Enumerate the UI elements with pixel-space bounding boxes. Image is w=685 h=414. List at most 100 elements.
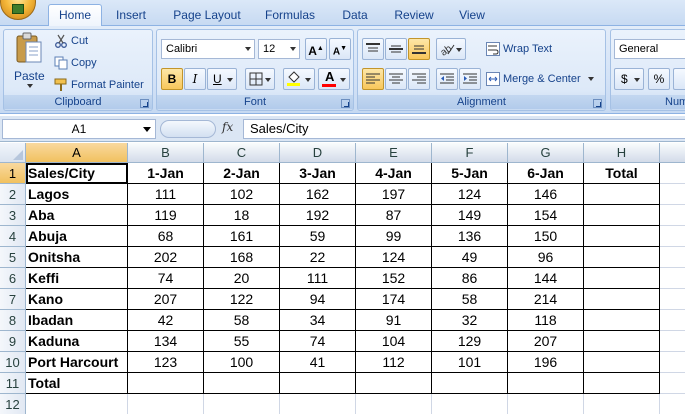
cell-d7[interactable]: 94 [280, 289, 356, 310]
column-header-g[interactable]: G [508, 143, 584, 163]
name-box[interactable]: A1 [2, 119, 156, 139]
row-header-8[interactable]: 8 [0, 310, 26, 331]
row-header-2[interactable]: 2 [0, 184, 26, 205]
font-name-combo[interactable]: Calibri [161, 39, 255, 59]
cell-c4[interactable]: 161 [204, 226, 280, 247]
align-left-button[interactable] [362, 68, 384, 90]
cell-b12[interactable] [128, 394, 204, 414]
tab-view[interactable]: View [452, 6, 492, 26]
cell-d2[interactable]: 162 [280, 184, 356, 205]
shrink-font-button[interactable]: A▼ [329, 38, 351, 60]
insert-function-icon[interactable]: fx [222, 120, 233, 134]
cell-partial[interactable] [660, 163, 685, 184]
cell-c2[interactable]: 102 [204, 184, 280, 205]
currency-button[interactable]: $ [614, 68, 644, 90]
cell-f6[interactable]: 86 [432, 268, 508, 289]
font-color-button[interactable]: A [318, 68, 350, 90]
font-size-dropdown-icon[interactable] [290, 47, 296, 51]
cell-e11[interactable] [356, 373, 432, 394]
row-header-5[interactable]: 5 [0, 247, 26, 268]
cell-a9[interactable]: Kaduna [26, 331, 128, 352]
cell-f9[interactable]: 129 [432, 331, 508, 352]
cell-c12[interactable] [204, 394, 280, 414]
cell-b1[interactable]: 1-Jan [128, 163, 204, 184]
cell-e1[interactable]: 4-Jan [356, 163, 432, 184]
cell-a2[interactable]: Lagos [26, 184, 128, 205]
cell-f12[interactable] [432, 394, 508, 414]
cell-e12[interactable] [356, 394, 432, 414]
cell-partial[interactable] [660, 394, 685, 414]
cell-f11[interactable] [432, 373, 508, 394]
row-header-4[interactable]: 4 [0, 226, 26, 247]
cell-b9[interactable]: 134 [128, 331, 204, 352]
cell-a11[interactable]: Total [26, 373, 128, 394]
cell-partial[interactable] [660, 310, 685, 331]
clipboard-launcher-icon[interactable] [140, 99, 149, 108]
cell-a12[interactable] [26, 394, 128, 414]
office-button-icon[interactable] [0, 0, 36, 20]
cell-c5[interactable]: 168 [204, 247, 280, 268]
italic-button[interactable]: I [184, 68, 206, 90]
column-header-a[interactable]: A [26, 143, 128, 163]
orientation-button[interactable]: ab [436, 38, 466, 60]
font-launcher-icon[interactable] [341, 99, 350, 108]
select-all-corner[interactable] [0, 143, 26, 163]
cell-e9[interactable]: 104 [356, 331, 432, 352]
cell-b5[interactable]: 202 [128, 247, 204, 268]
row-header-6[interactable]: 6 [0, 268, 26, 289]
cell-g8[interactable]: 118 [508, 310, 584, 331]
cell-h4[interactable] [584, 226, 660, 247]
cell-b6[interactable]: 74 [128, 268, 204, 289]
tab-data[interactable]: Data [336, 6, 374, 26]
cell-c11[interactable] [204, 373, 280, 394]
grow-font-button[interactable]: A▲ [305, 38, 327, 60]
cell-c8[interactable]: 58 [204, 310, 280, 331]
font-color-dropdown-icon[interactable] [340, 78, 346, 82]
font-size-combo[interactable]: 12 [258, 39, 300, 59]
cell-h12[interactable] [584, 394, 660, 414]
bold-button[interactable]: B [161, 68, 183, 90]
font-name-dropdown-icon[interactable] [245, 47, 251, 51]
cell-partial[interactable] [660, 247, 685, 268]
column-header-c[interactable]: C [204, 143, 280, 163]
cell-g7[interactable]: 214 [508, 289, 584, 310]
cell-f5[interactable]: 49 [432, 247, 508, 268]
cell-c10[interactable]: 100 [204, 352, 280, 373]
cell-partial[interactable] [660, 184, 685, 205]
row-header-3[interactable]: 3 [0, 205, 26, 226]
cell-g2[interactable]: 146 [508, 184, 584, 205]
cell-e6[interactable]: 152 [356, 268, 432, 289]
tab-formulas[interactable]: Formulas [258, 6, 322, 26]
row-header-11[interactable]: 11 [0, 373, 26, 394]
merge-center-dropdown-icon[interactable] [587, 77, 594, 82]
formula-bar-splitter[interactable] [160, 120, 216, 138]
align-center-button[interactable] [385, 68, 407, 90]
cell-f4[interactable]: 136 [432, 226, 508, 247]
cell-b10[interactable]: 123 [128, 352, 204, 373]
decrease-indent-button[interactable] [436, 68, 458, 90]
cell-c9[interactable]: 55 [204, 331, 280, 352]
comma-style-button[interactable] [673, 68, 685, 90]
cell-d3[interactable]: 192 [280, 205, 356, 226]
cell-partial[interactable] [660, 373, 685, 394]
column-header-h[interactable]: H [584, 143, 660, 163]
cell-f3[interactable]: 149 [432, 205, 508, 226]
currency-dropdown-icon[interactable] [634, 78, 640, 82]
cell-g9[interactable]: 207 [508, 331, 584, 352]
paste-button[interactable]: Paste [10, 32, 48, 94]
cell-b2[interactable]: 111 [128, 184, 204, 205]
merge-center-button[interactable]: Merge & Center [486, 69, 594, 89]
cell-h2[interactable] [584, 184, 660, 205]
cell-partial[interactable] [660, 289, 685, 310]
tab-review[interactable]: Review [388, 6, 440, 26]
cell-d11[interactable] [280, 373, 356, 394]
cell-a4[interactable]: Abuja [26, 226, 128, 247]
cell-g3[interactable]: 154 [508, 205, 584, 226]
cell-b7[interactable]: 207 [128, 289, 204, 310]
cell-d5[interactable]: 22 [280, 247, 356, 268]
underline-dropdown-icon[interactable] [227, 78, 233, 82]
fill-color-button[interactable] [283, 68, 315, 90]
cell-b8[interactable]: 42 [128, 310, 204, 331]
cell-g1[interactable]: 6-Jan [508, 163, 584, 184]
cell-a8[interactable]: Ibadan [26, 310, 128, 331]
